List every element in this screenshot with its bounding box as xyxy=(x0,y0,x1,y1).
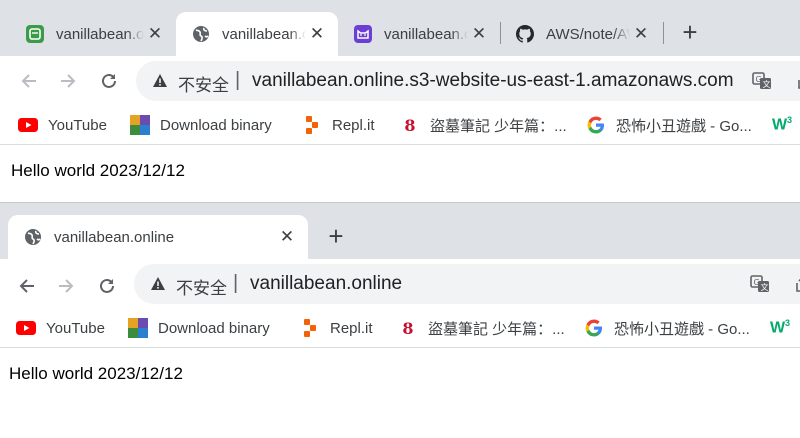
bookmark-label: Repl.it xyxy=(330,319,373,337)
bookmark-w3[interactable]: W3 xyxy=(772,115,800,135)
bookmark-daomu-biji[interactable]: 8 盜墓筆記 少年篇：... xyxy=(400,115,567,135)
separator: | xyxy=(233,272,239,294)
page-content: Hello world 2023/12/12 xyxy=(0,348,800,438)
bookmark-clown-game[interactable]: 恐怖小丑遊戲 - Go... xyxy=(584,318,750,338)
svg-text:文: 文 xyxy=(763,79,771,89)
tab-title: vanillabean.online xyxy=(222,25,306,43)
bookmark-replit[interactable]: Repl.it xyxy=(302,115,375,135)
security-label[interactable]: 不安全 xyxy=(176,274,227,299)
bookmarks-bar: YouTube Download binary Repl.it 8 盜墓筆記 少… xyxy=(0,309,800,348)
bookmark-label: Repl.it xyxy=(332,116,375,134)
red-eight-icon: 8 xyxy=(402,318,414,338)
google-g-icon xyxy=(586,115,606,135)
browser-window-bottom: vanillabean.online ✕ + 不安全 | vanillabean… xyxy=(0,203,800,438)
share-icon[interactable] xyxy=(796,72,800,90)
back-arrow-icon[interactable] xyxy=(12,271,42,301)
url-text[interactable]: vanillabean.online xyxy=(250,273,402,295)
tab-strip: vanillabean.online ✕ vanillabean.online … xyxy=(0,0,800,56)
reload-icon[interactable] xyxy=(94,66,124,96)
tab-vanillabean-cup[interactable]: vanillabean.online ✕ xyxy=(10,12,176,56)
globe-icon xyxy=(24,228,42,246)
google-g-icon xyxy=(584,318,604,338)
tab-strip: vanillabean.online ✕ + xyxy=(0,203,800,259)
bookmark-label: Download binary xyxy=(158,319,270,337)
colored-blocks-icon xyxy=(130,115,150,135)
new-tab-button[interactable]: + xyxy=(320,220,352,252)
close-tab-icon[interactable]: ✕ xyxy=(630,23,652,45)
youtube-icon xyxy=(18,115,38,135)
bookmark-daomu-biji[interactable]: 8 盜墓筆記 少年篇：... xyxy=(398,318,565,338)
w3-icon: W3 xyxy=(771,115,793,134)
purple-cat-icon xyxy=(354,25,372,43)
toolbar: 不安全 | vanillabean.online.s3-website-us-e… xyxy=(0,56,800,106)
bookmark-w3[interactable]: W3 xyxy=(770,318,800,338)
tab-title: vanillabean.online xyxy=(56,25,144,43)
bookmark-label: 恐怖小丑遊戲 - Go... xyxy=(616,117,752,135)
share-icon[interactable] xyxy=(794,275,800,293)
address-bar[interactable]: 不安全 | vanillabean.online.s3-website-us-e… xyxy=(136,61,800,101)
replit-icon xyxy=(300,318,320,338)
red-eight-icon: 8 xyxy=(404,115,416,135)
bookmark-download-binary[interactable]: Download binary xyxy=(130,115,272,135)
svg-text:文: 文 xyxy=(761,282,769,292)
bookmark-replit[interactable]: Repl.it xyxy=(300,318,373,338)
bookmark-label: YouTube xyxy=(48,116,107,134)
tab-github-aws-note[interactable]: AWS/note/AWS ✕ xyxy=(500,12,662,56)
tab-vanillabean-cat[interactable]: vanillabean.online ✕ xyxy=(338,12,500,56)
bookmark-clown-game[interactable]: 恐怖小丑遊戲 - Go... xyxy=(586,115,752,135)
tab-title: vanillabean.online xyxy=(54,228,175,246)
security-label[interactable]: 不安全 xyxy=(178,71,229,96)
tab-vanillabean-active[interactable]: vanillabean.online ✕ xyxy=(176,12,338,56)
bookmark-label: 盜墓筆記 少年篇：... xyxy=(428,320,565,338)
close-tab-icon[interactable]: ✕ xyxy=(306,23,328,45)
reload-icon[interactable] xyxy=(92,271,122,301)
warning-triangle-icon[interactable] xyxy=(150,276,166,292)
tab-title: vanillabean.online xyxy=(384,25,468,43)
forward-arrow-icon[interactable] xyxy=(51,271,81,301)
globe-icon xyxy=(192,25,210,43)
bookmark-label: 盜墓筆記 少年篇：... xyxy=(430,117,567,135)
github-icon xyxy=(516,25,534,43)
close-tab-icon[interactable]: ✕ xyxy=(276,226,298,248)
bookmark-download-binary[interactable]: Download binary xyxy=(128,318,270,338)
green-cup-icon xyxy=(26,25,44,43)
new-tab-button[interactable]: + xyxy=(674,16,706,48)
w3-icon: W3 xyxy=(769,318,791,337)
translate-icon[interactable]: G文 xyxy=(752,71,772,91)
bookmark-label: 恐怖小丑遊戲 - Go... xyxy=(614,320,750,338)
page-text: Hello world 2023/12/12 xyxy=(11,161,185,180)
page-text: Hello world 2023/12/12 xyxy=(9,364,183,383)
close-tab-icon[interactable]: ✕ xyxy=(468,23,490,45)
bookmarks-bar: YouTube Download binary Repl.it 8 盜墓筆記 少… xyxy=(0,106,800,145)
browser-window-top: vanillabean.online ✕ vanillabean.online … xyxy=(0,0,800,203)
translate-icon[interactable]: G文 xyxy=(750,274,770,294)
tab-title: AWS/note/AWS xyxy=(546,25,630,43)
back-arrow-icon[interactable] xyxy=(14,66,44,96)
youtube-icon xyxy=(16,318,36,338)
separator: | xyxy=(235,69,241,91)
bookmark-label: Download binary xyxy=(160,116,272,134)
tab-vanillabean-active[interactable]: vanillabean.online ✕ xyxy=(8,215,308,259)
forward-arrow-icon[interactable] xyxy=(53,66,83,96)
replit-icon xyxy=(302,115,322,135)
bookmark-youtube[interactable]: YouTube xyxy=(18,115,107,135)
close-tab-icon[interactable]: ✕ xyxy=(144,23,166,45)
tab-divider xyxy=(663,22,664,44)
toolbar: 不安全 | vanillabean.online G文 xyxy=(0,259,800,309)
warning-triangle-icon[interactable] xyxy=(152,73,168,89)
url-text[interactable]: vanillabean.online.s3-website-us-east-1.… xyxy=(252,70,734,92)
bookmark-youtube[interactable]: YouTube xyxy=(16,318,105,338)
bookmark-label: YouTube xyxy=(46,319,105,337)
address-bar[interactable]: 不安全 | vanillabean.online G文 xyxy=(134,264,800,304)
page-content: Hello world 2023/12/12 xyxy=(0,145,800,203)
colored-blocks-icon xyxy=(128,318,148,338)
